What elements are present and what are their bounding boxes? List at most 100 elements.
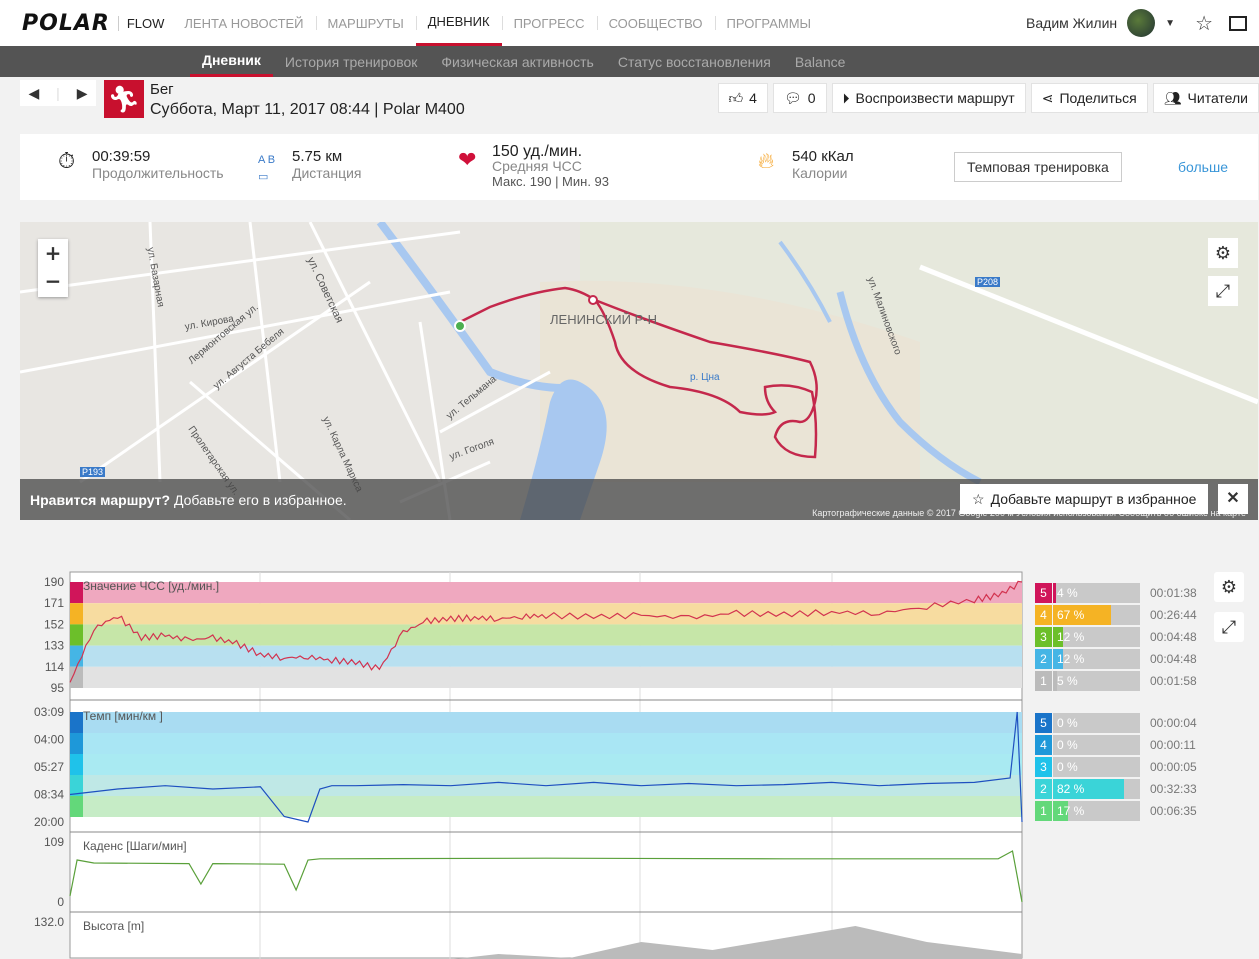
zone-bar: 12 % <box>1053 649 1140 669</box>
pace-zone-marker <box>70 733 83 754</box>
flow-label: FLOW <box>117 15 164 31</box>
pace-zone-band <box>70 796 1022 817</box>
route-map[interactable]: ЛЕНИНСКИЙ Р-Н ул. Советская ул. Кирова ул. … <box>20 222 1258 520</box>
distance-value: 5.75 км <box>292 148 343 165</box>
zone-number: 5 <box>1035 713 1052 733</box>
zone-bar: 5 % <box>1053 671 1140 691</box>
chart-settings-button[interactable]: ⚙ <box>1214 572 1244 602</box>
map-label: Р208 <box>975 277 1001 287</box>
zone-percent: 0 % <box>1057 760 1078 774</box>
user-name[interactable]: Вадим Жилин <box>1026 15 1117 31</box>
subnav-item[interactable]: История тренировок <box>273 46 429 77</box>
subnav-item[interactable]: Balance <box>783 46 858 77</box>
zone-percent: 67 % <box>1057 608 1085 622</box>
hr-zones: 5 4 % 00:01:38 4 67 % 00:26:44 3 12 % 00:04:48 2 1… <box>1035 583 1197 693</box>
prev-icon[interactable]: ◀ <box>28 85 39 102</box>
zone-number: 2 <box>1035 649 1052 669</box>
chart-fullscreen-button[interactable]: ⤢ <box>1214 612 1244 642</box>
hr-zone-band <box>70 645 1022 667</box>
subnav-item[interactable]: Физическая активность <box>429 46 605 77</box>
sub-nav: Дневник История тренировок Физическая акти… <box>0 46 1259 77</box>
add-favorite-label: Добавьте маршрут в избранное <box>990 491 1197 507</box>
zone-row: 1 17 % 00:06:35 <box>1035 801 1197 821</box>
subnav-item[interactable]: Дневник <box>190 46 273 77</box>
pace-zone-marker <box>70 712 83 733</box>
subnav-item[interactable]: Статус восстановления <box>606 46 783 77</box>
chevron-down-icon[interactable]: ▼ <box>1165 18 1175 29</box>
map-fullscreen-button[interactable]: ⤢ <box>1208 276 1238 306</box>
hr-stat: ❤ 150 уд./мин. Средняя ЧСС Макс. 190 | Мин.… <box>458 144 610 190</box>
calories-value: 540 кКал <box>792 148 854 165</box>
zone-row: 5 0 % 00:00:04 <box>1035 713 1197 733</box>
next-icon[interactable]: ▶ <box>77 85 88 102</box>
nav-item[interactable]: СООБЩЕСТВО <box>596 0 715 46</box>
nav-item[interactable]: ПРОГРАММЫ <box>714 0 824 46</box>
zone-row: 3 12 % 00:04:48 <box>1035 627 1197 647</box>
zone-percent: 17 % <box>1057 804 1085 818</box>
map-canvas[interactable] <box>20 222 1258 520</box>
share-label: Поделиться <box>1059 90 1137 106</box>
y-tick-label: 05:27 <box>34 760 64 774</box>
share-button[interactable]: ⋖ Поделиться <box>1030 83 1148 113</box>
avatar[interactable] <box>1127 9 1156 37</box>
training-type-badge[interactable]: Темповая тренировка <box>954 152 1122 182</box>
zone-row: 2 82 % 00:32:33 <box>1035 779 1197 799</box>
pace-zone-band <box>70 754 1022 775</box>
zoom-in-button[interactable]: + <box>38 239 68 267</box>
share-icon: ⋖ <box>1041 89 1054 106</box>
close-prompt-button[interactable]: ✕ <box>1218 484 1248 514</box>
play-icon: ⏵ <box>842 89 850 106</box>
session-details: Суббота, Март 11, 2017 08:44 | Polar M40… <box>150 101 465 118</box>
zone-row: 4 67 % 00:26:44 <box>1035 605 1197 625</box>
zoom-out-button[interactable]: − <box>38 267 68 295</box>
map-label: р. Цна <box>690 372 720 383</box>
zone-time: 00:06:35 <box>1150 804 1197 818</box>
followers-button[interactable]: 👥︎ Читатели <box>1152 83 1259 113</box>
zone-time: 00:04:48 <box>1150 652 1197 666</box>
zone-number: 4 <box>1035 735 1052 755</box>
y-tick-label: 132.0 <box>34 915 64 929</box>
hr-zone-band <box>70 603 1022 625</box>
add-favorite-button[interactable]: ☆ Добавьте маршрут в избранное <box>960 484 1209 514</box>
map-settings-button[interactable]: ⚙ <box>1208 238 1238 268</box>
y-tick-label: 0 <box>57 895 64 909</box>
zone-bar: 82 % <box>1053 779 1140 799</box>
user-menu[interactable]: Вадим Жилин ▼ ☆ <box>1026 0 1259 46</box>
hr-zone-marker <box>70 645 83 667</box>
duration-value: 00:39:59 <box>92 148 151 165</box>
zone-bar: 17 % <box>1053 801 1140 821</box>
zone-number: 2 <box>1035 779 1052 799</box>
pace-zone-band <box>70 733 1022 754</box>
y-tick-label: 04:00 <box>34 733 64 747</box>
zone-bar: 12 % <box>1053 627 1140 647</box>
zone-number: 5 <box>1035 583 1052 603</box>
zone-row: 1 5 % 00:01:58 <box>1035 671 1197 691</box>
zone-bar: 0 % <box>1053 757 1140 777</box>
sport-name: Бег <box>150 81 174 98</box>
chart-title: Значение ЧСС [уд./мин.] <box>83 579 219 593</box>
comment-icon: 💬︎ <box>783 89 802 106</box>
nav-item[interactable]: ДНЕВНИК <box>415 0 502 46</box>
polar-logo[interactable]: POLAR <box>22 11 110 36</box>
heart-icon: ❤ <box>458 147 477 172</box>
hr-minmax: Макс. 190 | Мин. 93 <box>492 174 610 189</box>
nav-item[interactable]: ПРОГРЕСС <box>501 0 597 46</box>
more-link[interactable]: больше <box>1178 159 1228 175</box>
thumbs-up-icon: 👍︎ <box>728 89 744 106</box>
star-icon[interactable]: ☆ <box>1195 11 1213 36</box>
nav-item[interactable]: МАРШРУТЫ <box>315 0 416 46</box>
like-button[interactable]: 👍︎ 4 <box>717 83 768 113</box>
session-title: Бег Суббота, Март 11, 2017 08:44 | Polar… <box>150 80 465 120</box>
map-label: ЛЕНИНСКИЙ Р-Н <box>550 312 657 327</box>
comment-button[interactable]: 💬︎ 0 <box>772 83 827 113</box>
zone-time: 00:32:33 <box>1150 782 1197 796</box>
nav-item[interactable]: ЛЕНТА НОВОСТЕЙ <box>172 0 315 46</box>
zone-number: 1 <box>1035 801 1052 821</box>
replay-route-button[interactable]: ⏵ Воспроизвести маршрут <box>831 83 1026 113</box>
message-icon[interactable] <box>1229 15 1247 31</box>
session-charts[interactable]: Значение ЧСС [уд./мин.] 190 171 152 133 114 95… <box>0 560 1030 959</box>
zone-time: 00:26:44 <box>1150 608 1197 622</box>
zone-time: 00:00:04 <box>1150 716 1197 730</box>
y-tick-label: 152 <box>44 617 64 631</box>
close-icon: ✕ <box>1226 490 1240 507</box>
